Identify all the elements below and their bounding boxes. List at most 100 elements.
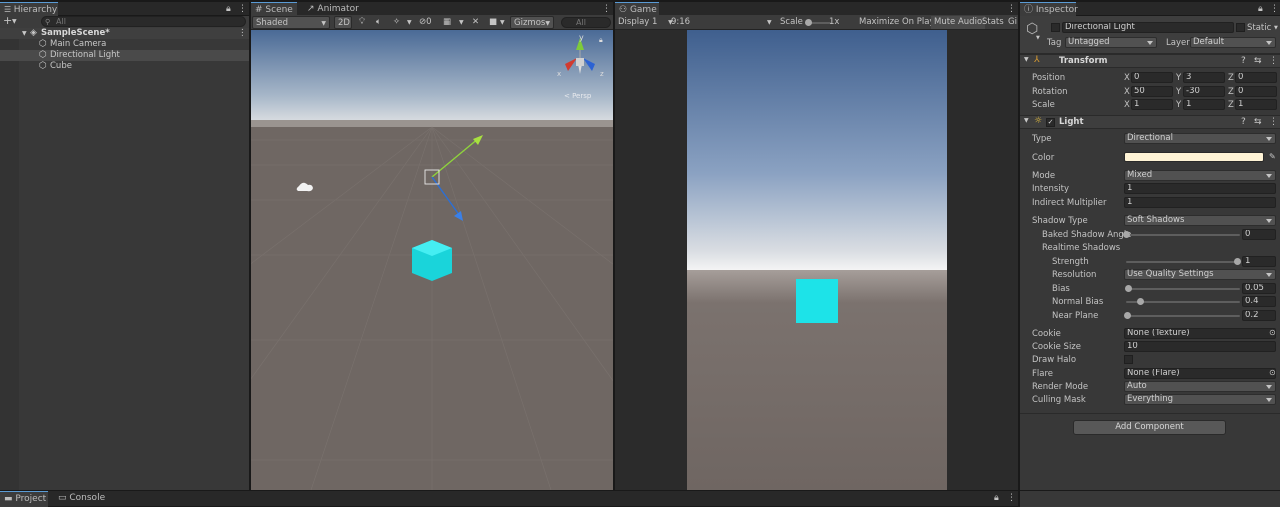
baked-shadow-angle-slider[interactable] <box>1126 234 1240 236</box>
object-name-field[interactable]: Directional Light <box>1062 22 1234 33</box>
flare-object-field[interactable]: None (Flare) <box>1124 368 1276 379</box>
eyedropper-icon[interactable]: ✎ <box>1269 152 1276 161</box>
scale-x-field[interactable]: 1 <box>1131 99 1173 110</box>
hidden-visibility-icon[interactable]: ⊘0 <box>419 16 432 29</box>
tab-scene[interactable]: # Scene <box>251 2 297 16</box>
bias-knob[interactable] <box>1125 285 1132 292</box>
hierarchy-search-input[interactable]: All <box>41 16 246 27</box>
stats-button[interactable]: Stats <box>982 16 1004 29</box>
near-plane-knob[interactable] <box>1124 312 1131 319</box>
near-plane-slider[interactable] <box>1126 315 1240 317</box>
hierarchy-scene-row[interactable]: ▼ ◈ SampleScene* ⋮ <box>0 28 249 39</box>
effects-icon[interactable]: ✧ <box>393 16 400 29</box>
add-icon[interactable]: + <box>3 15 12 26</box>
normal-bias-knob[interactable] <box>1137 298 1144 305</box>
transform-component-header[interactable]: ▼ ⅄ Transform ? ⇆ ⋮ <box>1020 54 1280 68</box>
baked-shadow-angle-field[interactable]: 0 <box>1242 229 1276 240</box>
grid-icon[interactable]: ▦ <box>443 16 451 29</box>
scale-y-field[interactable]: 1 <box>1183 99 1225 110</box>
rotation-x-field[interactable]: 50 <box>1131 86 1173 97</box>
kebab-menu-icon[interactable]: ⋮ <box>1007 493 1016 503</box>
tab-animator[interactable]: ↗ Animator <box>303 2 359 16</box>
position-z-field[interactable]: 0 <box>1235 72 1277 83</box>
aspect-dropdown[interactable]: 9:16 <box>671 16 690 29</box>
add-component-button[interactable]: Add Component <box>1073 420 1226 435</box>
chevron-down-icon[interactable]: ▼ <box>500 16 505 29</box>
cookie-object-field[interactable]: None (Texture) <box>1124 328 1276 339</box>
object-picker-icon[interactable]: ⊙ <box>1269 368 1276 377</box>
lock-icon[interactable]: 🔒︎ <box>226 4 231 14</box>
chevron-down-icon[interactable]: ▼ <box>407 16 412 29</box>
display-dropdown[interactable]: Display 1 ▼ <box>618 16 673 29</box>
lock-icon[interactable]: 🔒︎ <box>1258 4 1263 14</box>
2d-toggle-button[interactable]: 2D <box>334 16 352 29</box>
lock-icon[interactable]: 🔒︎ <box>994 493 999 503</box>
lock-icon[interactable]: 🔒︎ <box>599 36 603 45</box>
kebab-menu-icon[interactable]: ⋮ <box>1269 56 1278 66</box>
kebab-menu-icon[interactable]: ⋮ <box>1269 117 1278 127</box>
hierarchy-item-cube[interactable]: ⬡ Cube <box>0 61 249 72</box>
shadow-type-dropdown[interactable]: Soft Shadows <box>1124 215 1276 226</box>
shading-mode-dropdown[interactable]: Shaded ▼ <box>252 16 330 29</box>
audio-speaker-icon[interactable]: 🔈︎ <box>376 16 381 29</box>
cookie-size-field[interactable]: 10 <box>1124 341 1276 352</box>
scene-viewport[interactable]: y x z 🔒︎ < Persp <box>251 30 613 490</box>
intensity-field[interactable]: 1 <box>1124 183 1276 194</box>
strength-slider[interactable] <box>1126 261 1240 263</box>
foldout-arrow-icon[interactable]: ▼ <box>22 28 27 39</box>
tab-inspector[interactable]: ⓘ Inspector <box>1020 2 1078 16</box>
lighting-bulb-icon[interactable]: 💡︎ <box>359 16 365 29</box>
chevron-down-icon[interactable]: ▼ <box>12 17 17 27</box>
chevron-down-icon[interactable]: ▼ <box>459 16 464 29</box>
resolution-dropdown[interactable]: Use Quality Settings <box>1124 269 1276 280</box>
hierarchy-item-directional-light[interactable]: ⬡ Directional Light <box>0 50 249 61</box>
culling-mask-dropdown[interactable]: Everything <box>1124 394 1276 405</box>
hierarchy-item-main-camera[interactable]: ⬡ Main Camera <box>0 39 249 50</box>
mode-dropdown[interactable]: Mixed <box>1124 170 1276 181</box>
game-viewport[interactable] <box>615 30 1018 490</box>
baked-shadow-angle-knob[interactable] <box>1123 231 1130 238</box>
tab-project[interactable]: ▬ Project <box>0 491 48 507</box>
rotation-z-field[interactable]: 0 <box>1235 86 1277 97</box>
help-icon[interactable]: ? <box>1241 117 1246 127</box>
position-y-field[interactable]: 3 <box>1183 72 1225 83</box>
draw-halo-checkbox[interactable] <box>1124 355 1133 364</box>
layer-dropdown[interactable]: Default <box>1190 37 1276 48</box>
gizmos-button[interactable]: Gi <box>1008 16 1017 29</box>
bias-field[interactable]: 0.05 <box>1242 283 1276 294</box>
tag-dropdown[interactable]: Untagged <box>1065 37 1157 48</box>
scene-search-input[interactable]: All <box>561 17 611 28</box>
foldout-arrow-icon[interactable]: ▼ <box>1024 117 1029 124</box>
position-x-field[interactable]: 0 <box>1131 72 1173 83</box>
kebab-menu-icon[interactable]: ⋮ <box>1270 4 1279 14</box>
strength-knob[interactable] <box>1234 258 1241 265</box>
normal-bias-field[interactable]: 0.4 <box>1242 296 1276 307</box>
mute-audio-button[interactable]: Mute Audio <box>931 16 986 29</box>
bias-slider[interactable] <box>1126 288 1240 290</box>
chevron-down-icon[interactable]: ▼ <box>1036 35 1040 41</box>
light-component-header[interactable]: ▼ ☼ ✓ Light ? ⇆ ⋮ <box>1020 115 1280 129</box>
preset-icon[interactable]: ⇆ <box>1254 117 1262 127</box>
help-icon[interactable]: ? <box>1241 56 1246 66</box>
tab-game[interactable]: ⚇ Game <box>615 2 659 16</box>
active-checkbox[interactable] <box>1051 23 1060 32</box>
rotation-y-field[interactable]: -30 <box>1183 86 1225 97</box>
scale-slider-knob[interactable] <box>805 19 812 26</box>
gizmos-dropdown[interactable]: Gizmos ▼ <box>510 16 554 29</box>
tools-icon[interactable]: ✕ <box>472 16 479 29</box>
chevron-down-icon[interactable]: ▼ <box>767 16 772 29</box>
type-dropdown[interactable]: Directional <box>1124 133 1276 144</box>
tab-console[interactable]: ▭ Console <box>54 491 106 507</box>
color-swatch[interactable] <box>1124 152 1264 162</box>
object-picker-icon[interactable]: ⊙ <box>1269 328 1276 337</box>
strength-field[interactable]: 1 <box>1242 256 1276 267</box>
static-checkbox[interactable] <box>1236 23 1245 32</box>
kebab-menu-icon[interactable]: ⋮ <box>1007 4 1016 14</box>
maximize-on-play-button[interactable]: Maximize On Play <box>859 16 934 29</box>
indirect-multiplier-field[interactable]: 1 <box>1124 197 1276 208</box>
light-enabled-checkbox[interactable]: ✓ <box>1046 118 1055 127</box>
chevron-down-icon[interactable]: ▼ <box>1274 25 1278 31</box>
render-mode-dropdown[interactable]: Auto <box>1124 381 1276 392</box>
scale-z-field[interactable]: 1 <box>1235 99 1277 110</box>
preset-icon[interactable]: ⇆ <box>1254 56 1262 66</box>
